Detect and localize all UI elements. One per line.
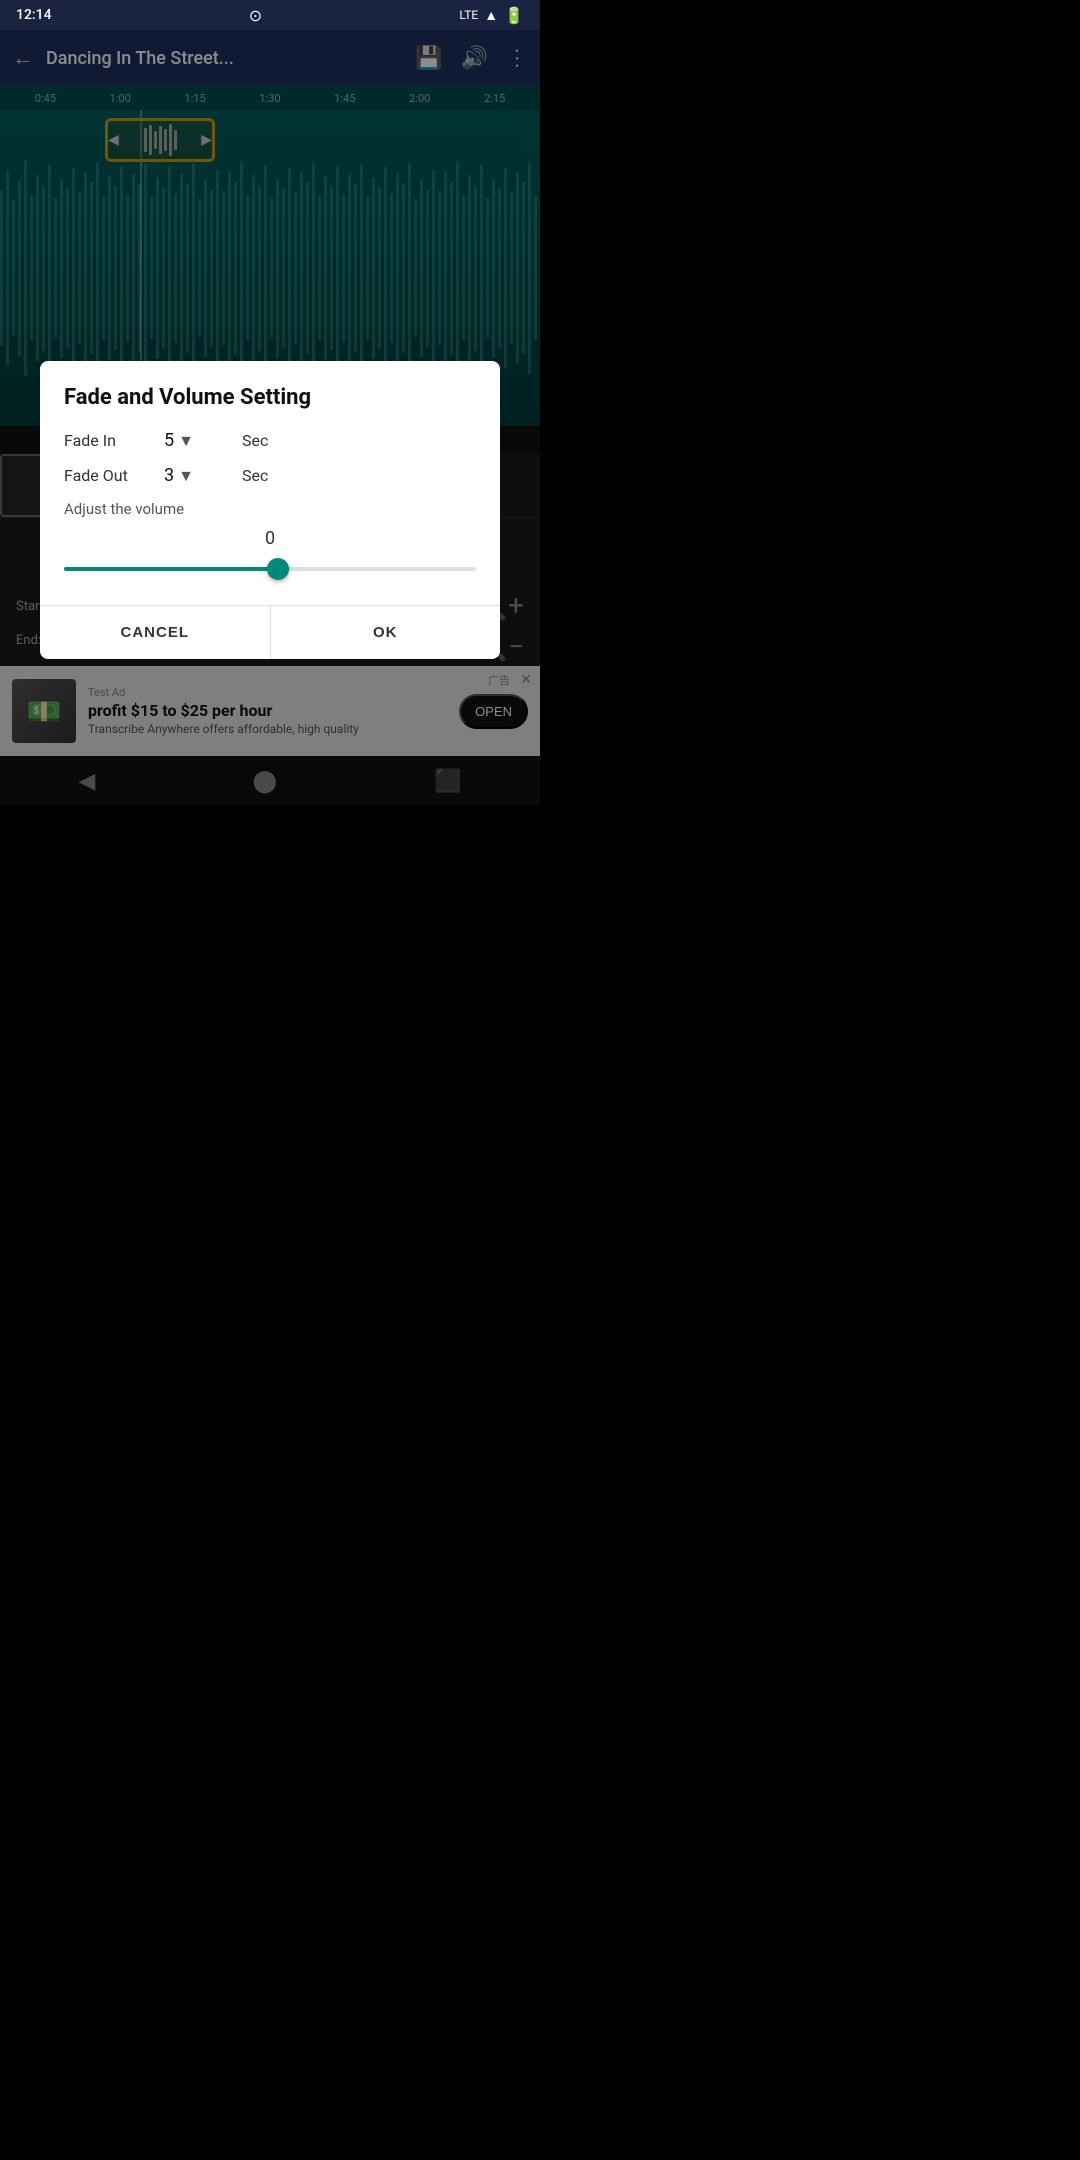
android-icon: ⊙ xyxy=(249,6,262,25)
fade-in-arrow[interactable]: ▼ xyxy=(178,431,194,451)
fade-in-value: 5 xyxy=(164,430,174,451)
slider-track xyxy=(64,567,476,571)
status-time: 12:14 xyxy=(16,7,52,23)
battery-icon: 🔋 xyxy=(504,6,524,25)
slider-fill xyxy=(64,567,278,571)
dialog-title: Fade and Volume Setting xyxy=(64,385,476,410)
volume-value: 0 xyxy=(64,528,476,549)
cancel-button[interactable]: CANCEL xyxy=(40,606,271,659)
volume-label: Adjust the volume xyxy=(64,500,476,518)
status-icons: LTE ▲ 🔋 xyxy=(459,6,524,25)
status-bar: 12:14 ⊙ LTE ▲ 🔋 xyxy=(0,0,540,30)
fade-in-unit: Sec xyxy=(242,431,268,450)
fade-out-value: 3 xyxy=(164,465,174,486)
ok-button[interactable]: OK xyxy=(271,606,501,659)
fade-in-row: Fade In 5 ▼ Sec xyxy=(64,430,476,451)
dialog-overlay: Fade and Volume Setting Fade In 5 ▼ Sec … xyxy=(0,0,540,1080)
fade-out-dropdown[interactable]: 3 ▼ xyxy=(154,465,234,486)
fade-out-arrow[interactable]: ▼ xyxy=(178,466,194,486)
fade-in-label: Fade In xyxy=(64,431,154,450)
signal-icon: ▲ xyxy=(484,7,498,24)
dialog-buttons: CANCEL OK xyxy=(40,605,500,659)
fade-volume-dialog: Fade and Volume Setting Fade In 5 ▼ Sec … xyxy=(40,361,500,659)
fade-out-row: Fade Out 3 ▼ Sec xyxy=(64,465,476,486)
fade-out-label: Fade Out xyxy=(64,466,154,485)
volume-slider-container[interactable] xyxy=(64,553,476,585)
slider-thumb[interactable] xyxy=(267,558,289,580)
fade-in-dropdown[interactable]: 5 ▼ xyxy=(154,430,234,451)
lte-label: LTE xyxy=(459,8,478,22)
fade-out-unit: Sec xyxy=(242,466,268,485)
